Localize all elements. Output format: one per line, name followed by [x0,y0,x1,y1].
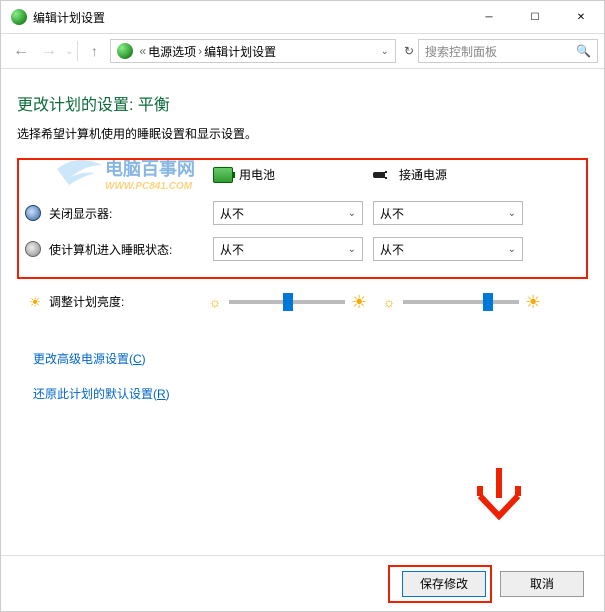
chevron-down-icon: ⌄ [508,244,516,255]
maximize-button[interactable]: ☐ [512,1,558,33]
search-placeholder: 搜索控制面板 [425,43,576,60]
brightness-battery-slider[interactable] [229,300,345,304]
sleep-label: 使计算机进入睡眠状态: [49,241,213,258]
chevron-down-icon: ⌄ [348,244,356,255]
minimize-button[interactable]: ─ [466,1,512,33]
sleep-plugged-select[interactable]: 从不⌄ [373,237,523,261]
sun-large-icon: ☀ [351,294,367,310]
chevron-down-icon: ⌄ [508,208,516,219]
display-off-plugged-select[interactable]: 从不⌄ [373,201,523,225]
app-icon [11,9,27,25]
breadcrumb-parent[interactable]: 电源选项 [148,43,196,60]
settings-highlight-box: 用电池 接通电源 关闭显示器: 从不⌄ 从不⌄ 使计算机进入睡眠状态: 从不⌄ [17,158,588,279]
battery-icon [213,167,233,183]
forward-button[interactable]: → [35,37,63,65]
refresh-button[interactable]: ↻ [404,44,414,58]
address-dropdown-icon[interactable]: ⌄ [381,46,389,57]
back-button[interactable]: ← [7,37,35,65]
advanced-settings-link[interactable]: 更改高级电源设置(C) [33,350,588,367]
chevron-down-icon: ⌄ [348,208,356,219]
window-title: 编辑计划设置 [33,9,105,26]
cancel-button[interactable]: 取消 [500,571,584,597]
location-icon [117,43,133,59]
brightness-icon: ☀ [27,294,43,310]
brightness-label: 调整计划亮度: [49,293,149,310]
page-subtitle: 选择希望计算机使用的睡眠设置和显示设置。 [17,125,588,142]
history-dropdown-icon[interactable]: ⌄ [65,46,73,57]
restore-defaults-link[interactable]: 还原此计划的默认设置(R) [33,385,588,402]
save-button[interactable]: 保存修改 [402,571,486,597]
col-plugged-label: 接通电源 [399,166,447,183]
sleep-battery-select[interactable]: 从不⌄ [213,237,363,261]
search-input[interactable]: 搜索控制面板 🔍 [418,39,598,63]
breadcrumb-current[interactable]: 编辑计划设置 [204,43,276,60]
sun-small-icon: ☼ [207,294,223,310]
sun-large-icon: ☀ [525,294,541,310]
up-button[interactable]: ↑ [82,43,106,59]
col-battery-label: 用电池 [239,166,275,183]
search-icon: 🔍 [576,44,591,58]
save-highlight-box: 保存修改 [388,565,492,603]
brightness-plugged-slider[interactable] [403,300,519,304]
monitor-icon [25,205,41,221]
sleep-icon [25,241,41,257]
page-title: 更改计划的设置: 平衡 [17,91,588,115]
sun-small-icon: ☼ [381,294,397,310]
annotation-arrow-icon [474,466,524,529]
plug-icon [373,167,393,183]
display-off-label: 关闭显示器: [49,205,213,222]
close-button[interactable]: ✕ [558,1,604,33]
display-off-battery-select[interactable]: 从不⌄ [213,201,363,225]
address-bar[interactable]: « 电源选项 › 编辑计划设置 ⌄ [110,39,396,63]
